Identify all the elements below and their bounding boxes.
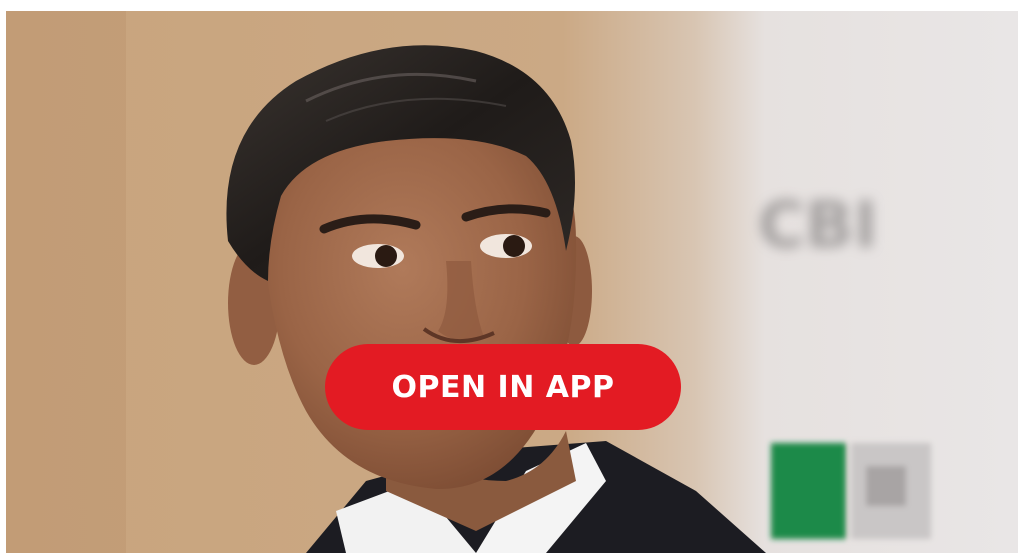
page: CBI OPEN IN APP [0,0,1018,553]
article-photo: CBI [6,11,1018,553]
background-sign-text: CBI [758,189,878,263]
open-in-app-button[interactable]: OPEN IN APP [325,344,681,430]
